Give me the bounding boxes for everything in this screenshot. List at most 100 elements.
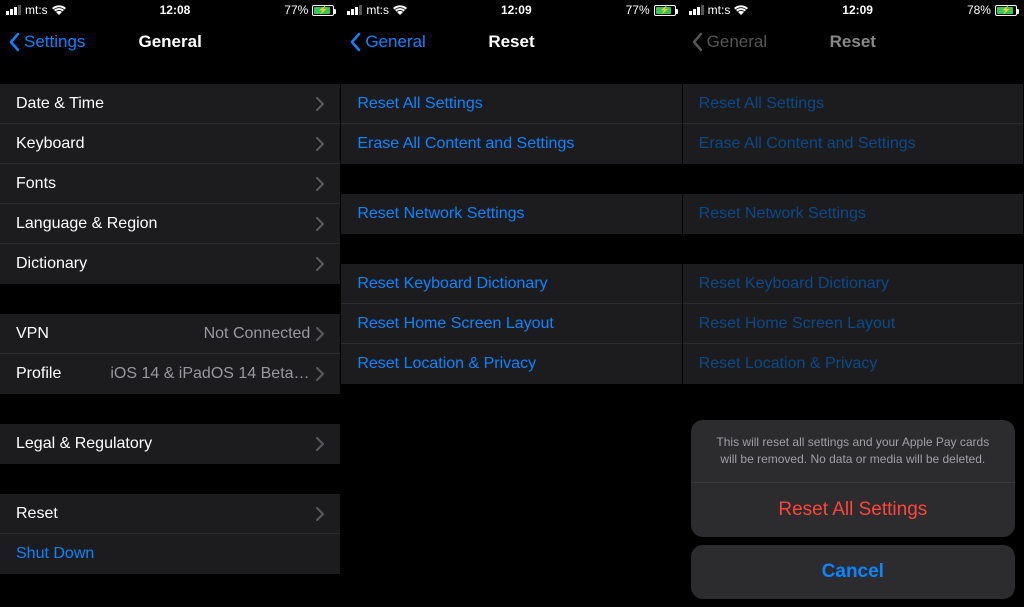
row-label: Reset Network Settings [357, 205, 665, 223]
settings-group: Reset Keyboard Dictionary Reset Home Scre… [683, 264, 1023, 384]
row-label: Fonts [16, 175, 316, 193]
row-label: Shut Down [16, 545, 324, 563]
status-right: 77% ⚡ [626, 3, 676, 17]
nav-title: Reset [488, 32, 534, 52]
nav-bar: General Reset [341, 20, 681, 64]
row-label: Reset Keyboard Dictionary [357, 275, 665, 293]
settings-group: Date & TimeKeyboard Fonts Language & Regio… [0, 84, 340, 284]
row-reset[interactable]: Reset [0, 494, 340, 534]
settings-group: Reset Shut Down [0, 494, 340, 574]
row-reset-location-privacy[interactable]: Reset Location & Privacy [341, 344, 681, 384]
row-date-time[interactable]: Date & Time [0, 84, 340, 124]
row-label: Reset [16, 505, 316, 523]
row-label: Legal & Regulatory [16, 435, 316, 453]
carrier-label: mt:s [25, 3, 48, 17]
back-label: General [365, 32, 425, 52]
wifi-icon [393, 5, 407, 15]
row-reset-home-screen-layout[interactable]: Reset Home Screen Layout [341, 304, 681, 344]
status-bar: mt:s 12:09 77% ⚡ [341, 0, 681, 20]
row-label: Language & Region [16, 215, 316, 233]
signal-icon [347, 5, 362, 15]
chevron-right-icon [316, 367, 324, 381]
row-reset-network-settings: Reset Network Settings [683, 194, 1023, 234]
chevron-right-icon [316, 217, 324, 231]
row-fonts[interactable]: Fonts [0, 164, 340, 204]
battery-icon: ⚡ [312, 5, 334, 16]
row-label: Profile [16, 365, 110, 383]
row-label: Reset Home Screen Layout [357, 315, 665, 333]
settings-group: Reset Network Settings [683, 194, 1023, 234]
battery-icon: ⚡ [654, 5, 676, 16]
wifi-icon [52, 5, 66, 15]
row-legal-regulatory[interactable]: Legal & Regulatory [0, 424, 340, 464]
row-reset-all-settings: Reset All Settings [683, 84, 1023, 124]
settings-group: Reset Keyboard Dictionary Reset Home Scre… [341, 264, 681, 384]
back-button: General [691, 32, 767, 52]
back-button[interactable]: General [349, 32, 425, 52]
chevron-right-icon [316, 257, 324, 271]
row-label: Reset Keyboard Dictionary [699, 275, 1007, 293]
row-erase-all-content-and-settings[interactable]: Erase All Content and Settings [341, 124, 681, 164]
action-sheet-message: This will reset all settings and your Ap… [691, 420, 1015, 483]
chevron-right-icon [316, 137, 324, 151]
cancel-button[interactable]: Cancel [691, 545, 1015, 599]
chevron-right-icon [316, 97, 324, 111]
nav-bar: General Reset [683, 20, 1023, 64]
status-time: 12:09 [842, 3, 873, 17]
chevron-right-icon [316, 327, 324, 341]
content: Date & TimeKeyboard Fonts Language & Regio… [0, 64, 340, 607]
row-label: Reset Network Settings [699, 205, 1007, 223]
battery-pct: 78% [967, 3, 991, 17]
chevron-right-icon [316, 177, 324, 191]
row-label: Reset Home Screen Layout [699, 315, 1007, 333]
settings-group: Reset All Settings Erase All Content and … [683, 84, 1023, 164]
signal-icon [6, 5, 21, 15]
status-right: 78% ⚡ [967, 3, 1017, 17]
action-sheet-cancel-card: Cancel [691, 545, 1015, 599]
row-label: Reset All Settings [357, 95, 665, 113]
wifi-icon [734, 5, 748, 15]
action-sheet: This will reset all settings and your Ap… [691, 420, 1015, 599]
chevron-left-icon [691, 32, 703, 52]
row-vpn[interactable]: VPNNot Connected [0, 314, 340, 354]
row-value: Not Connected [204, 325, 311, 343]
back-button[interactable]: Settings [8, 32, 85, 52]
status-time: 12:09 [501, 3, 532, 17]
row-erase-all-content-and-settings: Erase All Content and Settings [683, 124, 1023, 164]
back-label: General [707, 32, 767, 52]
signal-icon [689, 5, 704, 15]
status-right: 77% ⚡ [284, 3, 334, 17]
row-label: VPN [16, 325, 204, 343]
row-reset-keyboard-dictionary[interactable]: Reset Keyboard Dictionary [341, 264, 681, 304]
row-profile[interactable]: ProfileiOS 14 & iPadOS 14 Beta Softwar..… [0, 354, 340, 394]
row-reset-all-settings[interactable]: Reset All Settings [341, 84, 681, 124]
status-left: mt:s [689, 3, 749, 17]
row-language-region[interactable]: Language & Region [0, 204, 340, 244]
row-shut-down[interactable]: Shut Down [0, 534, 340, 574]
row-keyboard[interactable]: Keyboard [0, 124, 340, 164]
nav-title: Reset [830, 32, 876, 52]
row-reset-home-screen-layout: Reset Home Screen Layout [683, 304, 1023, 344]
settings-group: Legal & Regulatory [0, 424, 340, 464]
status-time: 12:08 [160, 3, 191, 17]
row-reset-network-settings[interactable]: Reset Network Settings [341, 194, 681, 234]
battery-pct: 77% [626, 3, 650, 17]
status-left: mt:s [6, 3, 66, 17]
reset-all-settings-action[interactable]: Reset All Settings [691, 483, 1015, 537]
content: Reset All Settings Erase All Content and … [341, 64, 681, 607]
settings-group: Reset Network Settings [341, 194, 681, 234]
battery-icon: ⚡ [995, 5, 1017, 16]
row-reset-location-privacy: Reset Location & Privacy [683, 344, 1023, 384]
action-sheet-card: This will reset all settings and your Ap… [691, 420, 1015, 537]
nav-title: General [139, 32, 202, 52]
row-reset-keyboard-dictionary: Reset Keyboard Dictionary [683, 264, 1023, 304]
battery-pct: 77% [284, 3, 308, 17]
chevron-left-icon [8, 32, 20, 52]
chevron-left-icon [349, 32, 361, 52]
chevron-right-icon [316, 507, 324, 521]
row-dictionary[interactable]: Dictionary [0, 244, 340, 284]
status-bar: mt:s 12:08 77% ⚡ [0, 0, 340, 20]
row-label: Reset All Settings [699, 95, 1007, 113]
screen-reset: mt:s 12:09 77% ⚡ General Reset Reset All… [341, 0, 682, 607]
row-label: Erase All Content and Settings [357, 135, 665, 153]
